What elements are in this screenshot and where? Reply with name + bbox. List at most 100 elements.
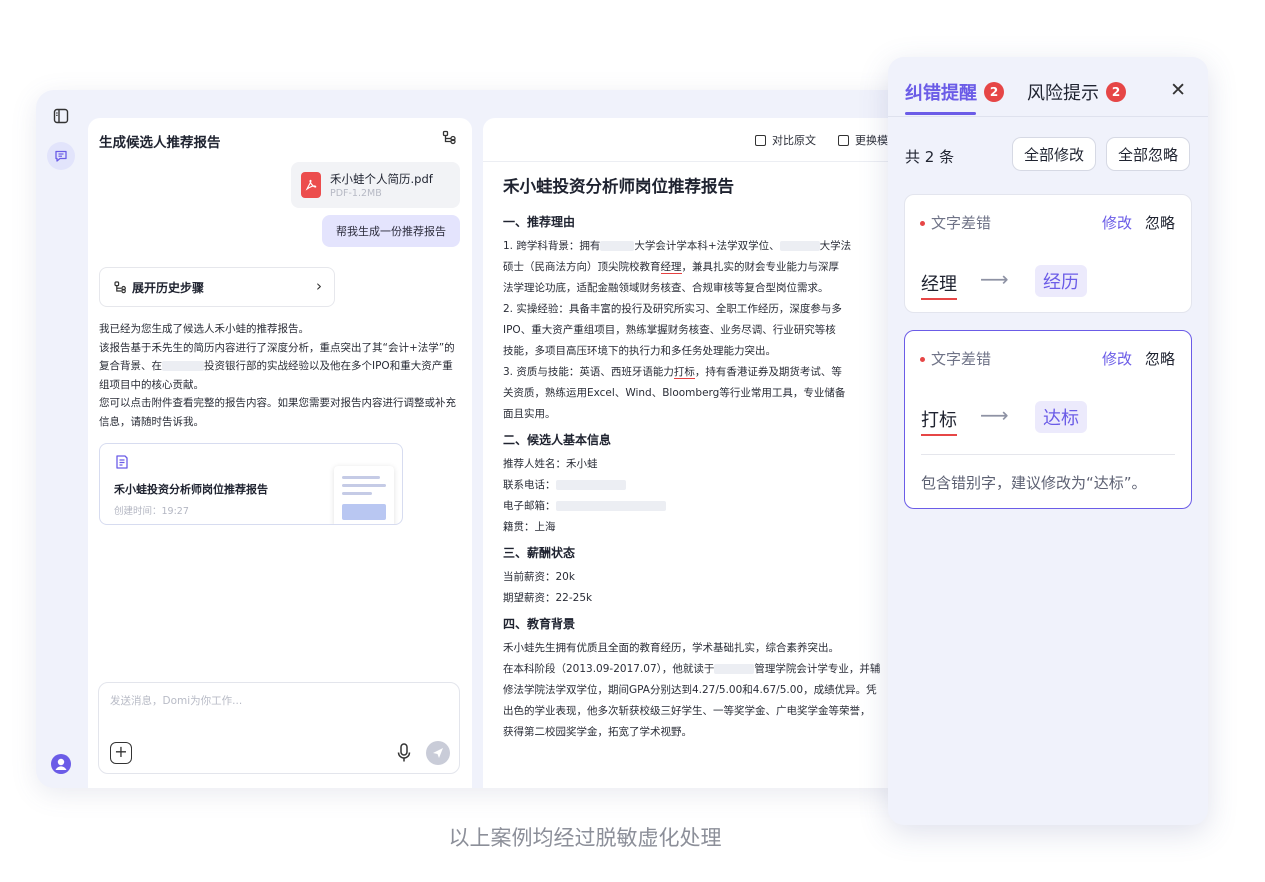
redacted-block bbox=[555, 480, 626, 490]
fix-button[interactable]: 修改 bbox=[1102, 348, 1132, 369]
user-message: 帮我生成一份推荐报告 bbox=[322, 215, 460, 247]
answer-line: 您可以点击附件查看完整的报告内容。如果您需要对报告内容进行调整或补充信息，请随时… bbox=[99, 397, 456, 428]
answer-line: 我已经为您生成了候选人禾小蛙的推荐报告。 bbox=[99, 323, 309, 335]
doc-text: ，兼具扎实的财会专业能力与深厚 bbox=[681, 261, 840, 273]
redacted-block bbox=[555, 501, 666, 511]
thumb-line bbox=[342, 492, 372, 495]
fix-all-button[interactable]: 全部修改 bbox=[1012, 137, 1097, 171]
doc-text: 联系电话： bbox=[503, 479, 556, 491]
close-icon[interactable]: ✕ bbox=[1170, 79, 1186, 101]
report-attachment-card[interactable]: 禾小蛙投资分析师岗位推荐报告 创建时间：19:27 bbox=[99, 443, 403, 525]
arrow-right-icon: ⟶ bbox=[980, 267, 1009, 291]
history-steps-label: 展开历史步骤 bbox=[132, 281, 205, 295]
doc-line: 当前薪资：20k bbox=[503, 571, 575, 583]
left-rail bbox=[36, 90, 86, 788]
tab-risk-badge: 2 bbox=[1106, 82, 1126, 102]
proofreading-panel: 纠错提醒 2 风险提示 2 ✕ 共 2 条 全部修改 全部忽略 文字差错 修改 … bbox=[888, 57, 1208, 825]
error-hint: 包含错别字，建议修改为“达标”。 bbox=[921, 474, 1147, 492]
attachment-bubble[interactable]: 禾小蛙个人简历.pdf PDF-1.2MB bbox=[291, 162, 460, 208]
doc-line: 期望薪资：22-25k bbox=[503, 592, 593, 604]
doc-line: 禾小蛙先生拥有优质且全面的教育经历，学术基础扎实，综合素养突出。 bbox=[503, 642, 839, 654]
doc-line: 面且实用。 bbox=[503, 408, 556, 420]
document-title: 禾小蛙投资分析师岗位推荐报告 bbox=[503, 177, 734, 196]
redacted-block bbox=[600, 241, 635, 251]
doc-line: 电子邮箱： bbox=[503, 496, 916, 517]
doc-line: 技能，多项目高压环境下的执行力和多任务处理能力突出。 bbox=[503, 345, 776, 357]
tab-error-label: 纠错提醒 bbox=[905, 83, 977, 104]
chat-panel: 生成候选人推荐报告 禾小蛙个人简历.pdf PDF-1.2MB 帮我生成一份推荐… bbox=[88, 118, 472, 788]
suggested-word[interactable]: 经历 bbox=[1035, 265, 1087, 297]
doc-line: 籍贯：上海 bbox=[503, 521, 556, 533]
doc-line: 3. 资质与技能：英语、西班牙语能力打标，持有香港证券及期货考试、等 bbox=[503, 362, 916, 383]
tab-error-badge: 2 bbox=[984, 82, 1004, 102]
history-steps-button[interactable]: 展开历史步骤 › bbox=[99, 267, 335, 307]
tab-risk-label: 风险提示 bbox=[1027, 83, 1099, 104]
wrong-word: 打标 bbox=[921, 406, 957, 436]
doc-line: 1. 跨学科背景：拥有 大学会计学本科+法学双学位、 大学法 bbox=[503, 236, 916, 257]
doc-text: 3. 资质与技能：英语、西班牙语能力 bbox=[503, 366, 674, 378]
suggested-word[interactable]: 达标 bbox=[1035, 401, 1087, 433]
error-dot bbox=[920, 221, 925, 226]
card-divider bbox=[921, 454, 1175, 455]
doc-line: 获得第二校园奖学金，拓宽了学术视野。 bbox=[503, 726, 692, 738]
report-card-title: 禾小蛙投资分析师岗位推荐报告 bbox=[114, 483, 268, 496]
mic-icon[interactable] bbox=[395, 742, 413, 764]
report-card-meta: 创建时间：19:27 bbox=[114, 506, 189, 517]
compare-original-button[interactable]: 对比原文 bbox=[755, 132, 816, 148]
doc-line: 修法学院法学双学位，期间GPA分别达到4.27/5.00和4.67/5.00，成… bbox=[503, 684, 877, 696]
redacted-block bbox=[779, 241, 820, 251]
redacted-block bbox=[714, 664, 755, 674]
pdf-icon bbox=[301, 172, 321, 198]
section-heading: 二、候选人基本信息 bbox=[503, 433, 612, 447]
thumb-line bbox=[342, 476, 380, 479]
ignore-all-button[interactable]: 全部忽略 bbox=[1106, 137, 1191, 171]
error-card-selected[interactable]: 文字差错 修改 忽略 打标 ⟶ 达标 包含错别字，建议修改为“达标”。 bbox=[904, 330, 1192, 509]
doc-text: 电子邮箱： bbox=[503, 500, 556, 512]
document-toolbar: 对比原文 更换模 bbox=[483, 118, 916, 162]
message-input-box[interactable]: 发送消息，Domi为你工作... + bbox=[98, 682, 460, 774]
doc-line: IPO、重大资产重组项目，熟练掌握财务核查、业务尽调、行业研究等核 bbox=[503, 324, 836, 336]
error-card[interactable]: 文字差错 修改 忽略 经理 ⟶ 经历 bbox=[904, 194, 1192, 313]
redacted-block bbox=[162, 361, 204, 372]
tab-risk-hints[interactable]: 风险提示 2 bbox=[1027, 79, 1126, 105]
message-input-placeholder[interactable]: 发送消息，Domi为你工作... bbox=[110, 693, 242, 708]
error-type: 文字差错 bbox=[931, 214, 992, 232]
send-icon[interactable] bbox=[426, 741, 450, 765]
answer-line: 该报告基于禾先生的简历内容进行了深度分析，重点突出了其“会计+法学”的复合背景、… bbox=[99, 339, 463, 395]
flow-icon[interactable] bbox=[442, 130, 458, 146]
plus-icon[interactable]: + bbox=[110, 742, 132, 764]
error-highlight[interactable]: 打标 bbox=[673, 366, 695, 379]
section-heading: 四、教育背景 bbox=[503, 617, 576, 631]
sidebar-toggle-icon[interactable] bbox=[49, 104, 73, 128]
doc-line: 关资质，熟练运用Excel、Wind、Bloomberg等行业常用工具，专业储备 bbox=[503, 387, 846, 399]
doc-text: 大学会计学本科+法学双学位、 bbox=[634, 240, 780, 252]
arrow-right-icon: ⟶ bbox=[980, 403, 1009, 427]
error-dot bbox=[920, 357, 925, 362]
doc-line: 法学理论功底，适配金融领域财务核查、合规审核等复合型岗位需求。 bbox=[503, 282, 829, 294]
document-content: 禾小蛙投资分析师岗位推荐报告 一、推荐理由 1. 跨学科背景：拥有 大学会计学本科… bbox=[503, 176, 916, 743]
doc-text: 硕士（民商法方向）顶尖院校教育 bbox=[503, 261, 661, 273]
user-avatar-icon[interactable] bbox=[51, 754, 71, 774]
doc-text: 在本科阶段（2013.09-2017.07），他就读于 bbox=[503, 663, 715, 675]
template-icon bbox=[838, 134, 849, 146]
thumb-block bbox=[342, 504, 386, 520]
compare-icon bbox=[755, 134, 766, 146]
error-highlight[interactable]: 经理 bbox=[660, 261, 682, 274]
fix-button[interactable]: 修改 bbox=[1102, 212, 1132, 233]
replace-template-button[interactable]: 更换模 bbox=[838, 132, 888, 148]
doc-text: 管理学院会计学专业，并辅 bbox=[754, 663, 881, 675]
tab-error-reminders[interactable]: 纠错提醒 2 bbox=[905, 79, 1004, 115]
replace-template-label: 更换模 bbox=[855, 134, 888, 147]
doc-line: 2. 实操经验：具备丰富的投行及研究所实习、全职工作经历，深度参与多 bbox=[503, 303, 842, 315]
ignore-button[interactable]: 忽略 bbox=[1145, 212, 1175, 233]
assistant-answer: 我已经为您生成了候选人禾小蛙的推荐报告。 该报告基于禾先生的简历内容进行了深度分… bbox=[99, 320, 463, 432]
document-panel: 对比原文 更换模 禾小蛙投资分析师岗位推荐报告 一、推荐理由 1. 跨学科背景：… bbox=[483, 118, 916, 788]
proof-tabs: 纠错提醒 2 风险提示 2 ✕ bbox=[888, 57, 1208, 117]
chat-icon[interactable] bbox=[47, 142, 75, 170]
doc-line: 在本科阶段（2013.09-2017.07），他就读于 管理学院会计学专业，并辅 bbox=[503, 659, 916, 680]
attachment-name: 禾小蛙个人简历.pdf bbox=[330, 172, 433, 186]
doc-text: ，持有香港证券及期货考试、等 bbox=[694, 366, 842, 378]
doc-text: 1. 跨学科背景：拥有 bbox=[503, 240, 601, 252]
compare-original-label: 对比原文 bbox=[772, 134, 816, 147]
ignore-button[interactable]: 忽略 bbox=[1145, 348, 1175, 369]
